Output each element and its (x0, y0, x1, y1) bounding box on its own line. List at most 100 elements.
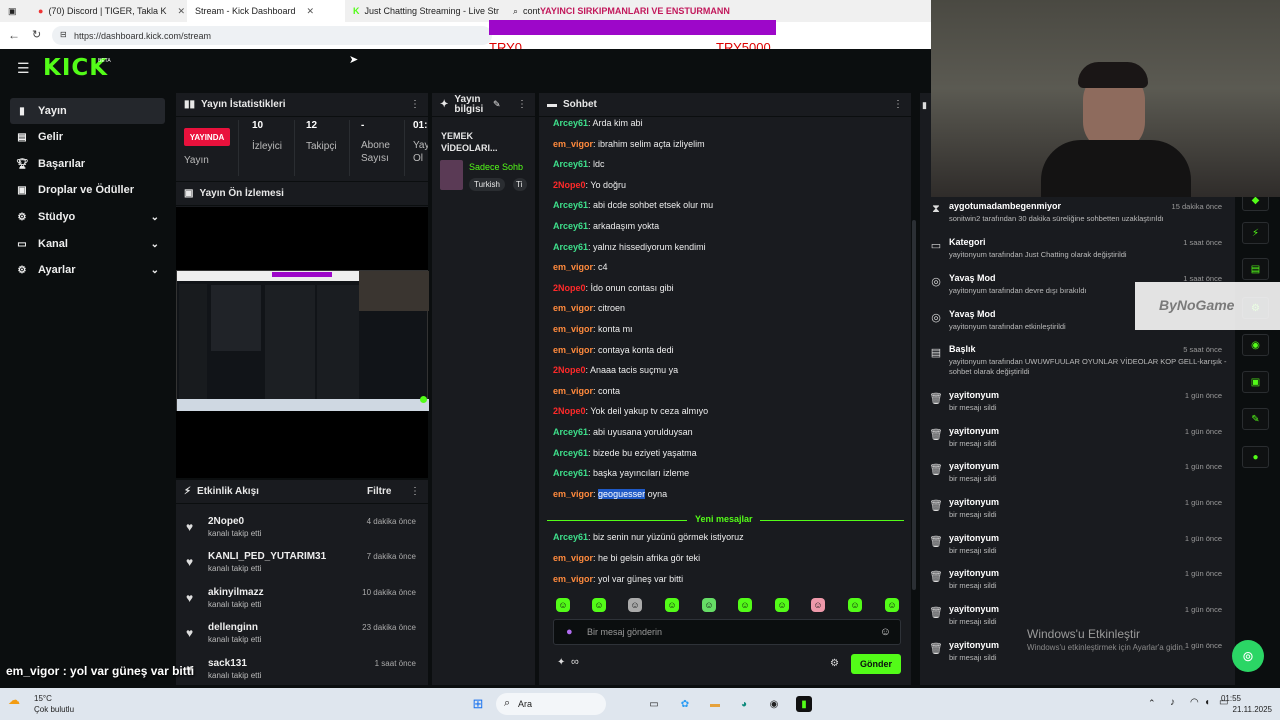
chat-username[interactable]: Arcey61 (553, 159, 588, 169)
chat-username[interactable]: em_vigor (553, 262, 593, 272)
emote-icon[interactable]: ☺ (738, 598, 752, 612)
obs-icon[interactable]: ◉ (766, 696, 782, 712)
chat-username[interactable]: 2Nope0 (553, 180, 586, 190)
taskbar-search[interactable]: ⌕ Ara (496, 693, 606, 715)
emoji-icon[interactable]: ☺ (880, 626, 891, 638)
send-button[interactable]: Gönder (851, 654, 901, 674)
emote-icon[interactable]: ☺ (702, 598, 716, 612)
chat-username[interactable]: 2Nope0 (553, 365, 586, 375)
edit-icon[interactable]: ✎ (493, 99, 501, 110)
preview-taskbar (177, 399, 429, 411)
chat-input[interactable]: ● Bir mesaj gönderin ☺ (553, 619, 901, 645)
sidebar-item-basarilar[interactable]: 🏆︎ Başarılar (10, 151, 165, 177)
tab-discord[interactable]: ● (70) Discord | TIGER, Takla K ✕ (30, 0, 187, 22)
chat-username[interactable]: em_vigor (553, 303, 593, 313)
category-link[interactable]: Sadece Sohb (469, 162, 529, 172)
chat-username[interactable]: em_vigor (553, 553, 593, 563)
sidebar-item-yayin[interactable]: ▮ Yayın (10, 98, 165, 124)
chat-username[interactable]: Arcey61 (553, 242, 588, 252)
sidebar-item-droplar[interactable]: ▣ Droplar ve Ödüller (10, 177, 165, 203)
chat-username[interactable]: 2Nope0 (553, 406, 586, 416)
menu-icon[interactable]: ☰ (17, 60, 30, 77)
copilot-icon[interactable]: ✿ (677, 696, 693, 712)
chat-username[interactable]: Arcey61 (553, 118, 588, 128)
emote-icon[interactable]: ☺ (848, 598, 862, 612)
chat-username[interactable]: Arcey61 (553, 221, 588, 231)
window-icon[interactable]: ▣ (1242, 371, 1269, 393)
sidebar-item-ayarlar[interactable]: ⚙ Ayarlar ⌄ (10, 257, 165, 283)
chat-username[interactable]: em_vigor (553, 139, 593, 149)
close-icon[interactable]: ✕ (177, 6, 185, 17)
broadcast-icon[interactable]: ◉ (1242, 334, 1269, 356)
emote-icon[interactable]: ☺ (556, 598, 570, 612)
back-icon[interactable]: ← (8, 28, 20, 42)
microphone-icon[interactable]: ♪ (1170, 697, 1175, 708)
preview-thumbnail[interactable] (176, 270, 429, 411)
more-options-icon[interactable]: ⋮ (517, 99, 527, 110)
more-options-icon[interactable]: ⋮ (893, 99, 903, 110)
chat-scrollbar[interactable] (912, 220, 916, 590)
emote-icon[interactable]: ☺ (775, 598, 789, 612)
webcam-hair (1078, 62, 1148, 88)
activity-user[interactable]: akinyilmazz (208, 587, 264, 598)
tab-kick-dashboard[interactable]: Stream - Kick Dashboard ✕ (187, 0, 345, 22)
filter-button[interactable]: Filtre (367, 486, 391, 497)
clock-date[interactable]: 21.11.2025 (1228, 705, 1272, 714)
lightning-icon[interactable]: ⚡︎ (1242, 222, 1269, 244)
sidebar-item-kanal[interactable]: ▭ Kanal ⌄ (10, 231, 165, 257)
chat-username[interactable]: em_vigor (553, 345, 593, 355)
emote-icon[interactable]: ☺ (628, 598, 642, 612)
chevron-up-icon[interactable]: ⌃ (1148, 698, 1156, 709)
emote-icon[interactable]: ☺ (592, 598, 606, 612)
reload-icon[interactable]: ↻ (32, 28, 41, 41)
microphone-icon[interactable]: ● (566, 626, 573, 638)
chat-username[interactable]: em_vigor (553, 386, 593, 396)
activity-user[interactable]: sack131 (208, 658, 247, 669)
chat-username[interactable]: em_vigor (553, 324, 593, 334)
chat-username[interactable]: Arcey61 (553, 532, 588, 542)
discord-tab-icon: ● (38, 6, 44, 16)
tag[interactable]: Turkish (469, 178, 505, 191)
tab-just-chatting[interactable]: K Just Chatting Streaming - Live Str (345, 0, 505, 22)
panel-icon: ▮ (922, 100, 927, 110)
list-icon[interactable]: ▤ (1242, 258, 1269, 280)
task-view-icon[interactable]: ▭ (646, 696, 662, 712)
sidebar-item-gelir[interactable]: ▤ Gelir (10, 124, 165, 150)
clock-time[interactable]: 01:55 (1218, 694, 1241, 703)
tab-strip-menu-icon[interactable]: ▣ (0, 0, 30, 22)
wifi-icon[interactable]: ◠ (1190, 697, 1199, 708)
folder-icon[interactable]: ▬ (707, 696, 723, 712)
more-options-icon[interactable]: ⋮ (410, 99, 420, 110)
emote-icon[interactable]: ☺ (885, 598, 899, 612)
chat-username[interactable]: em_vigor (553, 574, 593, 584)
points-icon[interactable]: ✦ (557, 657, 565, 668)
activity-user[interactable]: KANLI_PED_YUTARIM31 (208, 551, 326, 562)
fab-button[interactable]: ⊚ (1232, 640, 1264, 672)
edge-icon[interactable]: ◕ (736, 696, 752, 712)
terminal-icon[interactable]: ▮ (796, 696, 812, 712)
sidebar-item-studyo[interactable]: ⚙ Stüdyo ⌄ (10, 204, 165, 230)
url-field[interactable]: ⊟ https://dashboard.kick.com/stream (52, 26, 492, 45)
chat-username[interactable]: 2Nope0 (553, 283, 586, 293)
chat-username[interactable]: em_vigor (553, 489, 593, 499)
chat-username[interactable]: Arcey61 (553, 200, 588, 210)
preview-live-dot (420, 396, 427, 403)
chat-username[interactable]: Arcey61 (553, 448, 588, 458)
wrench-icon[interactable]: ✎ (1242, 408, 1269, 430)
tag[interactable]: Ti (513, 178, 527, 191)
windows-start-icon[interactable]: ⊞ (470, 696, 486, 712)
close-icon[interactable]: ✕ (307, 6, 315, 17)
weather-icon[interactable]: ☁ (8, 693, 32, 715)
chat-username[interactable]: Arcey61 (553, 427, 588, 437)
site-info-icon[interactable]: ⊟ (60, 30, 67, 39)
volume-icon[interactable]: ◖ (1204, 697, 1210, 708)
emote-icon[interactable]: ☺ (665, 598, 679, 612)
activity-user[interactable]: 2Nope0 (208, 516, 244, 527)
chat-settings-icon[interactable]: ⚙ (830, 658, 839, 669)
chat-username[interactable]: Arcey61 (553, 468, 588, 478)
stream-stats-header: ▮▮ Yayın İstatistikleri (176, 93, 428, 117)
activity-user[interactable]: dellenginn (208, 622, 258, 633)
user-icon[interactable]: ● (1242, 446, 1269, 468)
more-options-icon[interactable]: ⋮ (410, 486, 420, 497)
emote-icon[interactable]: ☺ (811, 598, 825, 612)
